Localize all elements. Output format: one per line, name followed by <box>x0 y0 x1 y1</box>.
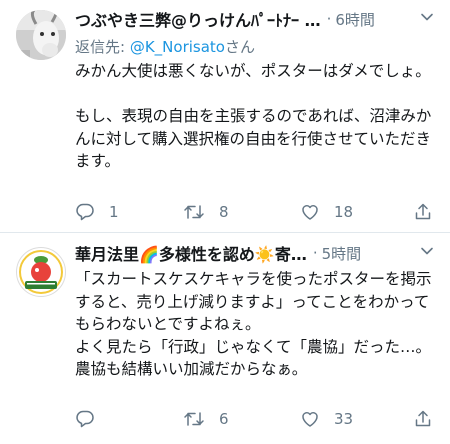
timestamp[interactable]: 5時間 <box>322 243 362 264</box>
tweet[interactable]: 華月法里🌈多様性を認め☀️寄… · 5時間 「スカートスケスケキャラを使ったポス… <box>0 233 450 444</box>
like-icon <box>302 412 318 427</box>
share-icon <box>415 203 431 220</box>
retweet-button[interactable]: 8 <box>183 202 229 222</box>
tweet-text: みかん大使は悪くないが、ポスターはダメでしょ。 もし、表現の自由を主張するのであ… <box>75 62 432 170</box>
avatar[interactable] <box>16 10 66 60</box>
share-button[interactable] <box>413 409 433 429</box>
chevron-down-icon[interactable] <box>420 244 434 258</box>
retweet-icon <box>184 205 204 219</box>
like-button[interactable]: 18 <box>300 202 353 222</box>
retweet-button[interactable]: 6 <box>183 409 229 429</box>
chevron-down-icon[interactable] <box>420 10 434 24</box>
reply-icon <box>76 410 94 428</box>
like-count: 18 <box>334 203 354 221</box>
like-button[interactable]: 33 <box>300 409 353 429</box>
goat-avatar-icon <box>16 10 66 60</box>
reply-count: 1 <box>109 203 119 221</box>
tweet-actions: 6 33 <box>75 409 436 433</box>
separator-dot: · <box>312 244 318 262</box>
tweet-header: 華月法里🌈多様性を認め☀️寄… · 5時間 <box>75 242 436 264</box>
share-button[interactable] <box>413 202 433 222</box>
replying-prefix: 返信先: <box>75 38 130 56</box>
tweet-header: つぶやき三弊@りっけんﾊﾟｰﾄﾅｰ … · 6時間 <box>75 8 436 30</box>
replying-handle[interactable]: @K_Norisato <box>130 38 225 56</box>
timestamp[interactable]: 6時間 <box>335 9 375 30</box>
display-name[interactable]: つぶやき三弊@りっけんﾊﾟｰﾄﾅｰ … <box>75 7 321 31</box>
reply-button[interactable] <box>75 409 95 429</box>
tweet-actions: 1 8 18 <box>75 202 436 226</box>
replying-suffix: さん <box>224 38 255 56</box>
share-icon <box>415 410 431 427</box>
like-icon <box>302 205 318 220</box>
reply-button[interactable]: 1 <box>75 202 119 222</box>
reply-icon <box>76 203 94 221</box>
avatar[interactable] <box>16 247 66 297</box>
mikan-badge-avatar-icon <box>18 249 64 295</box>
retweet-count: 8 <box>219 203 229 221</box>
tweet[interactable]: つぶやき三弊@りっけんﾊﾟｰﾄﾅｰ … · 6時間 返信先: @K_Norisa… <box>0 0 450 232</box>
replying-to: 返信先: @K_Norisatoさん <box>75 36 255 57</box>
retweet-icon <box>184 412 204 426</box>
like-count: 33 <box>334 410 354 428</box>
tweet-text: 「スカートスケスケキャラを使ったポスターを掲示すると、売り上げ減りますよ」ってこ… <box>75 270 432 378</box>
retweet-count: 6 <box>219 410 229 428</box>
display-name[interactable]: 華月法里🌈多様性を認め☀️寄… <box>75 241 307 265</box>
separator-dot: · <box>326 10 332 28</box>
